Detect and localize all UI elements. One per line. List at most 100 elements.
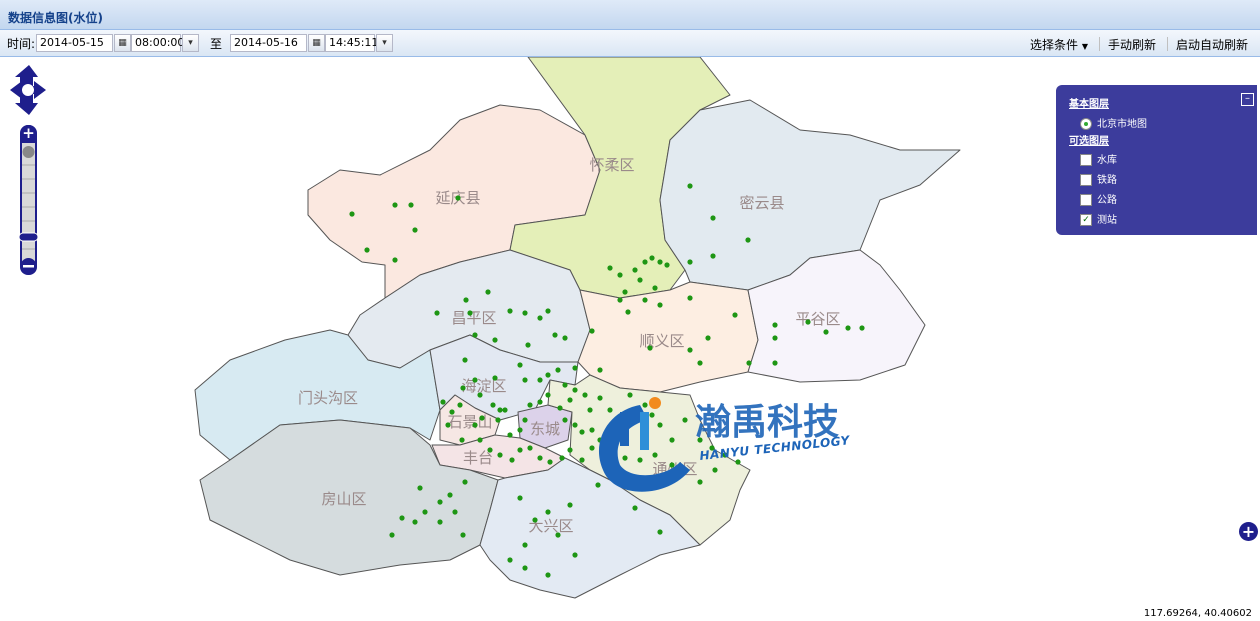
time-picker-icon[interactable]: ▾ <box>182 34 199 52</box>
station-marker[interactable] <box>507 557 513 563</box>
station-marker[interactable] <box>669 437 675 443</box>
station-marker[interactable] <box>552 332 558 338</box>
station-marker[interactable] <box>657 422 663 428</box>
checkbox-icon[interactable] <box>1080 174 1092 186</box>
station-marker[interactable] <box>522 542 528 548</box>
station-marker[interactable] <box>349 211 355 217</box>
station-marker[interactable] <box>637 457 643 463</box>
station-marker[interactable] <box>545 308 551 314</box>
station-marker[interactable] <box>545 509 551 515</box>
station-marker[interactable] <box>632 505 638 511</box>
station-marker[interactable] <box>562 417 568 423</box>
station-marker[interactable] <box>710 253 716 259</box>
station-marker[interactable] <box>657 302 663 308</box>
station-marker[interactable] <box>522 310 528 316</box>
station-marker[interactable] <box>437 499 443 505</box>
select-conditions-button[interactable]: 选择条件 ▼ <box>1030 36 1088 53</box>
station-marker[interactable] <box>637 277 643 283</box>
station-marker[interactable] <box>467 310 473 316</box>
station-marker[interactable] <box>572 365 578 371</box>
zoom-bar[interactable] <box>22 143 35 267</box>
pan-zoom-control[interactable]: + <box>8 63 52 283</box>
world-icon[interactable] <box>22 146 35 158</box>
station-marker[interactable] <box>545 392 551 398</box>
station-marker[interactable] <box>845 325 851 331</box>
station-marker[interactable] <box>562 382 568 388</box>
end-time-field[interactable]: 14:45:11 <box>325 34 378 52</box>
station-marker[interactable] <box>772 360 778 366</box>
station-marker[interactable] <box>589 445 595 451</box>
overlay-item-highway[interactable]: 公路 <box>1080 191 1117 206</box>
station-marker[interactable] <box>472 422 478 428</box>
station-marker[interactable] <box>557 405 563 411</box>
station-marker[interactable] <box>772 335 778 341</box>
station-marker[interactable] <box>509 457 515 463</box>
station-marker[interactable] <box>622 289 628 295</box>
station-marker[interactable] <box>669 462 675 468</box>
station-marker[interactable] <box>392 257 398 263</box>
station-marker[interactable] <box>687 347 693 353</box>
station-marker[interactable] <box>477 437 483 443</box>
expand-overview-button[interactable]: + <box>1239 522 1258 541</box>
station-marker[interactable] <box>522 417 528 423</box>
station-marker[interactable] <box>664 262 670 268</box>
station-marker[interactable] <box>572 387 578 393</box>
checkbox-checked-icon[interactable]: ✓ <box>1080 214 1092 226</box>
station-marker[interactable] <box>562 335 568 341</box>
station-marker[interactable] <box>472 377 478 383</box>
station-marker[interactable] <box>440 399 446 405</box>
station-marker[interactable] <box>642 297 648 303</box>
station-marker[interactable] <box>462 357 468 363</box>
station-marker[interactable] <box>710 215 716 221</box>
station-marker[interactable] <box>622 455 628 461</box>
auto-refresh-button[interactable]: 启动自动刷新 <box>1176 36 1248 53</box>
station-marker[interactable] <box>517 447 523 453</box>
station-marker[interactable] <box>607 407 613 413</box>
station-marker[interactable] <box>597 395 603 401</box>
station-marker[interactable] <box>485 289 491 295</box>
station-marker[interactable] <box>649 412 655 418</box>
station-marker[interactable] <box>652 285 658 291</box>
station-marker[interactable] <box>447 492 453 498</box>
station-marker[interactable] <box>617 297 623 303</box>
station-marker[interactable] <box>445 422 451 428</box>
station-marker[interactable] <box>492 337 498 343</box>
station-marker[interactable] <box>572 552 578 558</box>
overlay-item-station[interactable]: ✓ 测站 <box>1080 211 1117 226</box>
station-marker[interactable] <box>642 402 648 408</box>
station-marker[interactable] <box>745 237 751 243</box>
station-marker[interactable] <box>687 295 693 301</box>
station-marker[interactable] <box>589 328 595 334</box>
checkbox-icon[interactable] <box>1080 194 1092 206</box>
station-marker[interactable] <box>392 202 398 208</box>
station-marker[interactable] <box>517 495 523 501</box>
station-marker[interactable] <box>547 459 553 465</box>
station-marker[interactable] <box>537 455 543 461</box>
station-marker[interactable] <box>687 183 693 189</box>
station-marker[interactable] <box>490 402 496 408</box>
station-marker[interactable] <box>579 457 585 463</box>
station-marker[interactable] <box>859 325 865 331</box>
station-marker[interactable] <box>746 360 752 366</box>
station-marker[interactable] <box>463 297 469 303</box>
station-marker[interactable] <box>452 509 458 515</box>
station-marker[interactable] <box>597 367 603 373</box>
station-marker[interactable] <box>497 407 503 413</box>
station-marker[interactable] <box>647 345 653 351</box>
station-marker[interactable] <box>522 565 528 571</box>
station-marker[interactable] <box>732 312 738 318</box>
station-marker[interactable] <box>437 519 443 525</box>
station-marker[interactable] <box>412 227 418 233</box>
station-marker[interactable] <box>589 427 595 433</box>
time-picker-icon[interactable]: ▾ <box>376 34 393 52</box>
station-marker[interactable] <box>459 437 465 443</box>
station-marker[interactable] <box>422 509 428 515</box>
station-marker[interactable] <box>632 267 638 273</box>
station-marker[interactable] <box>652 452 658 458</box>
station-marker[interactable] <box>697 360 703 366</box>
station-marker[interactable] <box>497 452 503 458</box>
start-date-field[interactable]: 2014-05-15 <box>36 34 113 52</box>
manual-refresh-button[interactable]: 手动刷新 <box>1108 36 1156 53</box>
station-marker[interactable] <box>687 259 693 265</box>
station-marker[interactable] <box>559 455 565 461</box>
